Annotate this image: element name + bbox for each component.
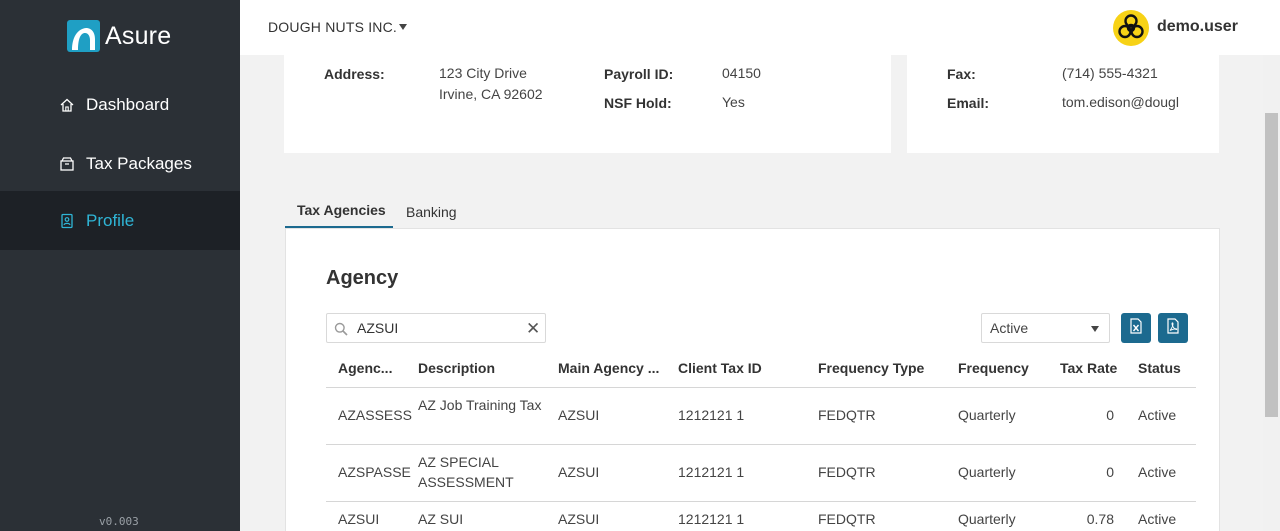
address-line1: 123 City Drive bbox=[439, 65, 527, 81]
status-filter-value: Active bbox=[990, 320, 1029, 336]
fax-label: Fax: bbox=[947, 66, 976, 82]
chevron-down-icon[interactable] bbox=[399, 24, 407, 30]
home-icon bbox=[59, 97, 75, 113]
table-row[interactable]: AZSUI AZ SUI AZSUI 1212121 1 FEDQTR Quar… bbox=[326, 502, 1196, 531]
pdf-export-button[interactable] bbox=[1158, 313, 1188, 343]
cell-frequency-type: FEDQTR bbox=[818, 511, 876, 527]
sidebar-item-label: Tax Packages bbox=[86, 153, 192, 173]
nsf-hold-value: Yes bbox=[722, 94, 745, 110]
search-icon bbox=[334, 322, 348, 341]
payroll-id-label: Payroll ID: bbox=[604, 66, 674, 82]
cell-agency: AZSPASSE bbox=[338, 464, 411, 480]
app-version: v0.003 bbox=[99, 515, 139, 528]
excel-export-icon bbox=[1129, 317, 1143, 339]
sidebar-item-dashboard[interactable]: Dashboard bbox=[0, 75, 240, 134]
panel-title: Agency bbox=[326, 267, 399, 289]
scrollbar-thumb[interactable] bbox=[1265, 113, 1278, 417]
table-row[interactable]: AZASSESS AZ Job Training Tax AZSUI 12121… bbox=[326, 388, 1196, 445]
tab-tax-agencies[interactable]: Tax Agencies bbox=[285, 195, 393, 229]
cell-frequency: Quarterly bbox=[958, 511, 1016, 527]
username[interactable]: demo.user bbox=[1157, 18, 1238, 36]
agency-search: ✕ bbox=[326, 313, 546, 343]
cell-agency: AZASSESS bbox=[338, 407, 412, 423]
nsf-hold-label: NSF Hold: bbox=[604, 95, 672, 111]
cell-tax-rate: 0.78 bbox=[1086, 511, 1114, 527]
cell-main-agency: AZSUI bbox=[558, 464, 600, 480]
page-scrollbar[interactable] bbox=[1263, 55, 1280, 531]
cell-tax-rate: 0 bbox=[1106, 407, 1114, 423]
biohazard-icon[interactable] bbox=[1113, 10, 1149, 46]
asure-logo-icon bbox=[67, 20, 100, 52]
excel-export-button[interactable] bbox=[1121, 313, 1151, 343]
email-value: tom.edison@dougl bbox=[1062, 94, 1179, 110]
search-input[interactable] bbox=[357, 318, 517, 338]
email-label: Email: bbox=[947, 95, 990, 111]
chevron-down-icon bbox=[1091, 326, 1099, 332]
column-header-frequency-type[interactable]: Frequency Type bbox=[818, 360, 924, 376]
column-header-description[interactable]: Description bbox=[418, 360, 495, 376]
cell-tax-rate: 0 bbox=[1106, 464, 1114, 480]
column-header-main-agency[interactable]: Main Agency ... bbox=[558, 360, 659, 376]
column-header-status[interactable]: Status bbox=[1138, 360, 1181, 376]
top-bar: DOUGH NUTS INC. demo.user bbox=[240, 0, 1280, 55]
cell-frequency: Quarterly bbox=[958, 407, 1016, 423]
cell-status: Active bbox=[1138, 464, 1177, 480]
table-row[interactable]: AZSPASSE AZ SPECIAL ASSESSMENT AZSUI 121… bbox=[326, 445, 1196, 502]
cell-main-agency: AZSUI bbox=[558, 407, 600, 423]
cell-description: AZ SUI bbox=[418, 511, 464, 527]
brand-name: Asure bbox=[105, 21, 172, 50]
pdf-export-icon bbox=[1166, 317, 1180, 339]
sidebar-item-profile[interactable]: Profile bbox=[0, 191, 240, 250]
tab-banking[interactable]: Banking bbox=[406, 195, 466, 229]
column-header-client-tax-id[interactable]: Client Tax ID bbox=[678, 360, 762, 376]
cell-frequency-type: FEDQTR bbox=[818, 464, 876, 480]
sidebar-item-tax-packages[interactable]: Tax Packages bbox=[0, 134, 240, 193]
cell-frequency: Quarterly bbox=[958, 464, 1016, 480]
cell-status: Active bbox=[1138, 511, 1177, 527]
cell-description: AZ Job Training Tax bbox=[418, 397, 542, 413]
sidebar-item-label: Profile bbox=[86, 210, 135, 230]
column-header-frequency[interactable]: Frequency bbox=[958, 360, 1029, 376]
cell-description: AZ SPECIAL ASSESSMENT bbox=[418, 454, 514, 490]
payroll-id-value: 04150 bbox=[722, 65, 761, 81]
cell-client-tax-id: 1212121 1 bbox=[678, 464, 745, 480]
cell-agency: AZSUI bbox=[338, 511, 380, 527]
address-label: Address: bbox=[324, 66, 385, 82]
fax-value: (714) 555-4321 bbox=[1062, 65, 1158, 81]
cell-client-tax-id: 1212121 1 bbox=[678, 511, 745, 527]
package-icon bbox=[59, 156, 75, 172]
sidebar-item-label: Dashboard bbox=[86, 94, 170, 114]
cell-main-agency: AZSUI bbox=[558, 511, 600, 527]
company-selector-label[interactable]: DOUGH NUTS INC. bbox=[268, 19, 397, 35]
column-header-tax-rate[interactable]: Tax Rate bbox=[1060, 360, 1117, 376]
brand-logo[interactable]: Asure bbox=[67, 20, 171, 52]
address-line2: Irvine, CA 92602 bbox=[439, 86, 543, 102]
cell-status: Active bbox=[1138, 407, 1177, 423]
sidebar: Asure Dashboard Tax Packages Profile v0.… bbox=[0, 0, 240, 531]
cell-frequency-type: FEDQTR bbox=[818, 407, 876, 423]
column-header-agency[interactable]: Agenc... bbox=[338, 360, 392, 376]
profile-icon bbox=[59, 213, 75, 229]
close-icon[interactable]: ✕ bbox=[526, 319, 540, 339]
status-filter-select[interactable]: Active bbox=[981, 313, 1110, 343]
cell-client-tax-id: 1212121 1 bbox=[678, 407, 745, 423]
